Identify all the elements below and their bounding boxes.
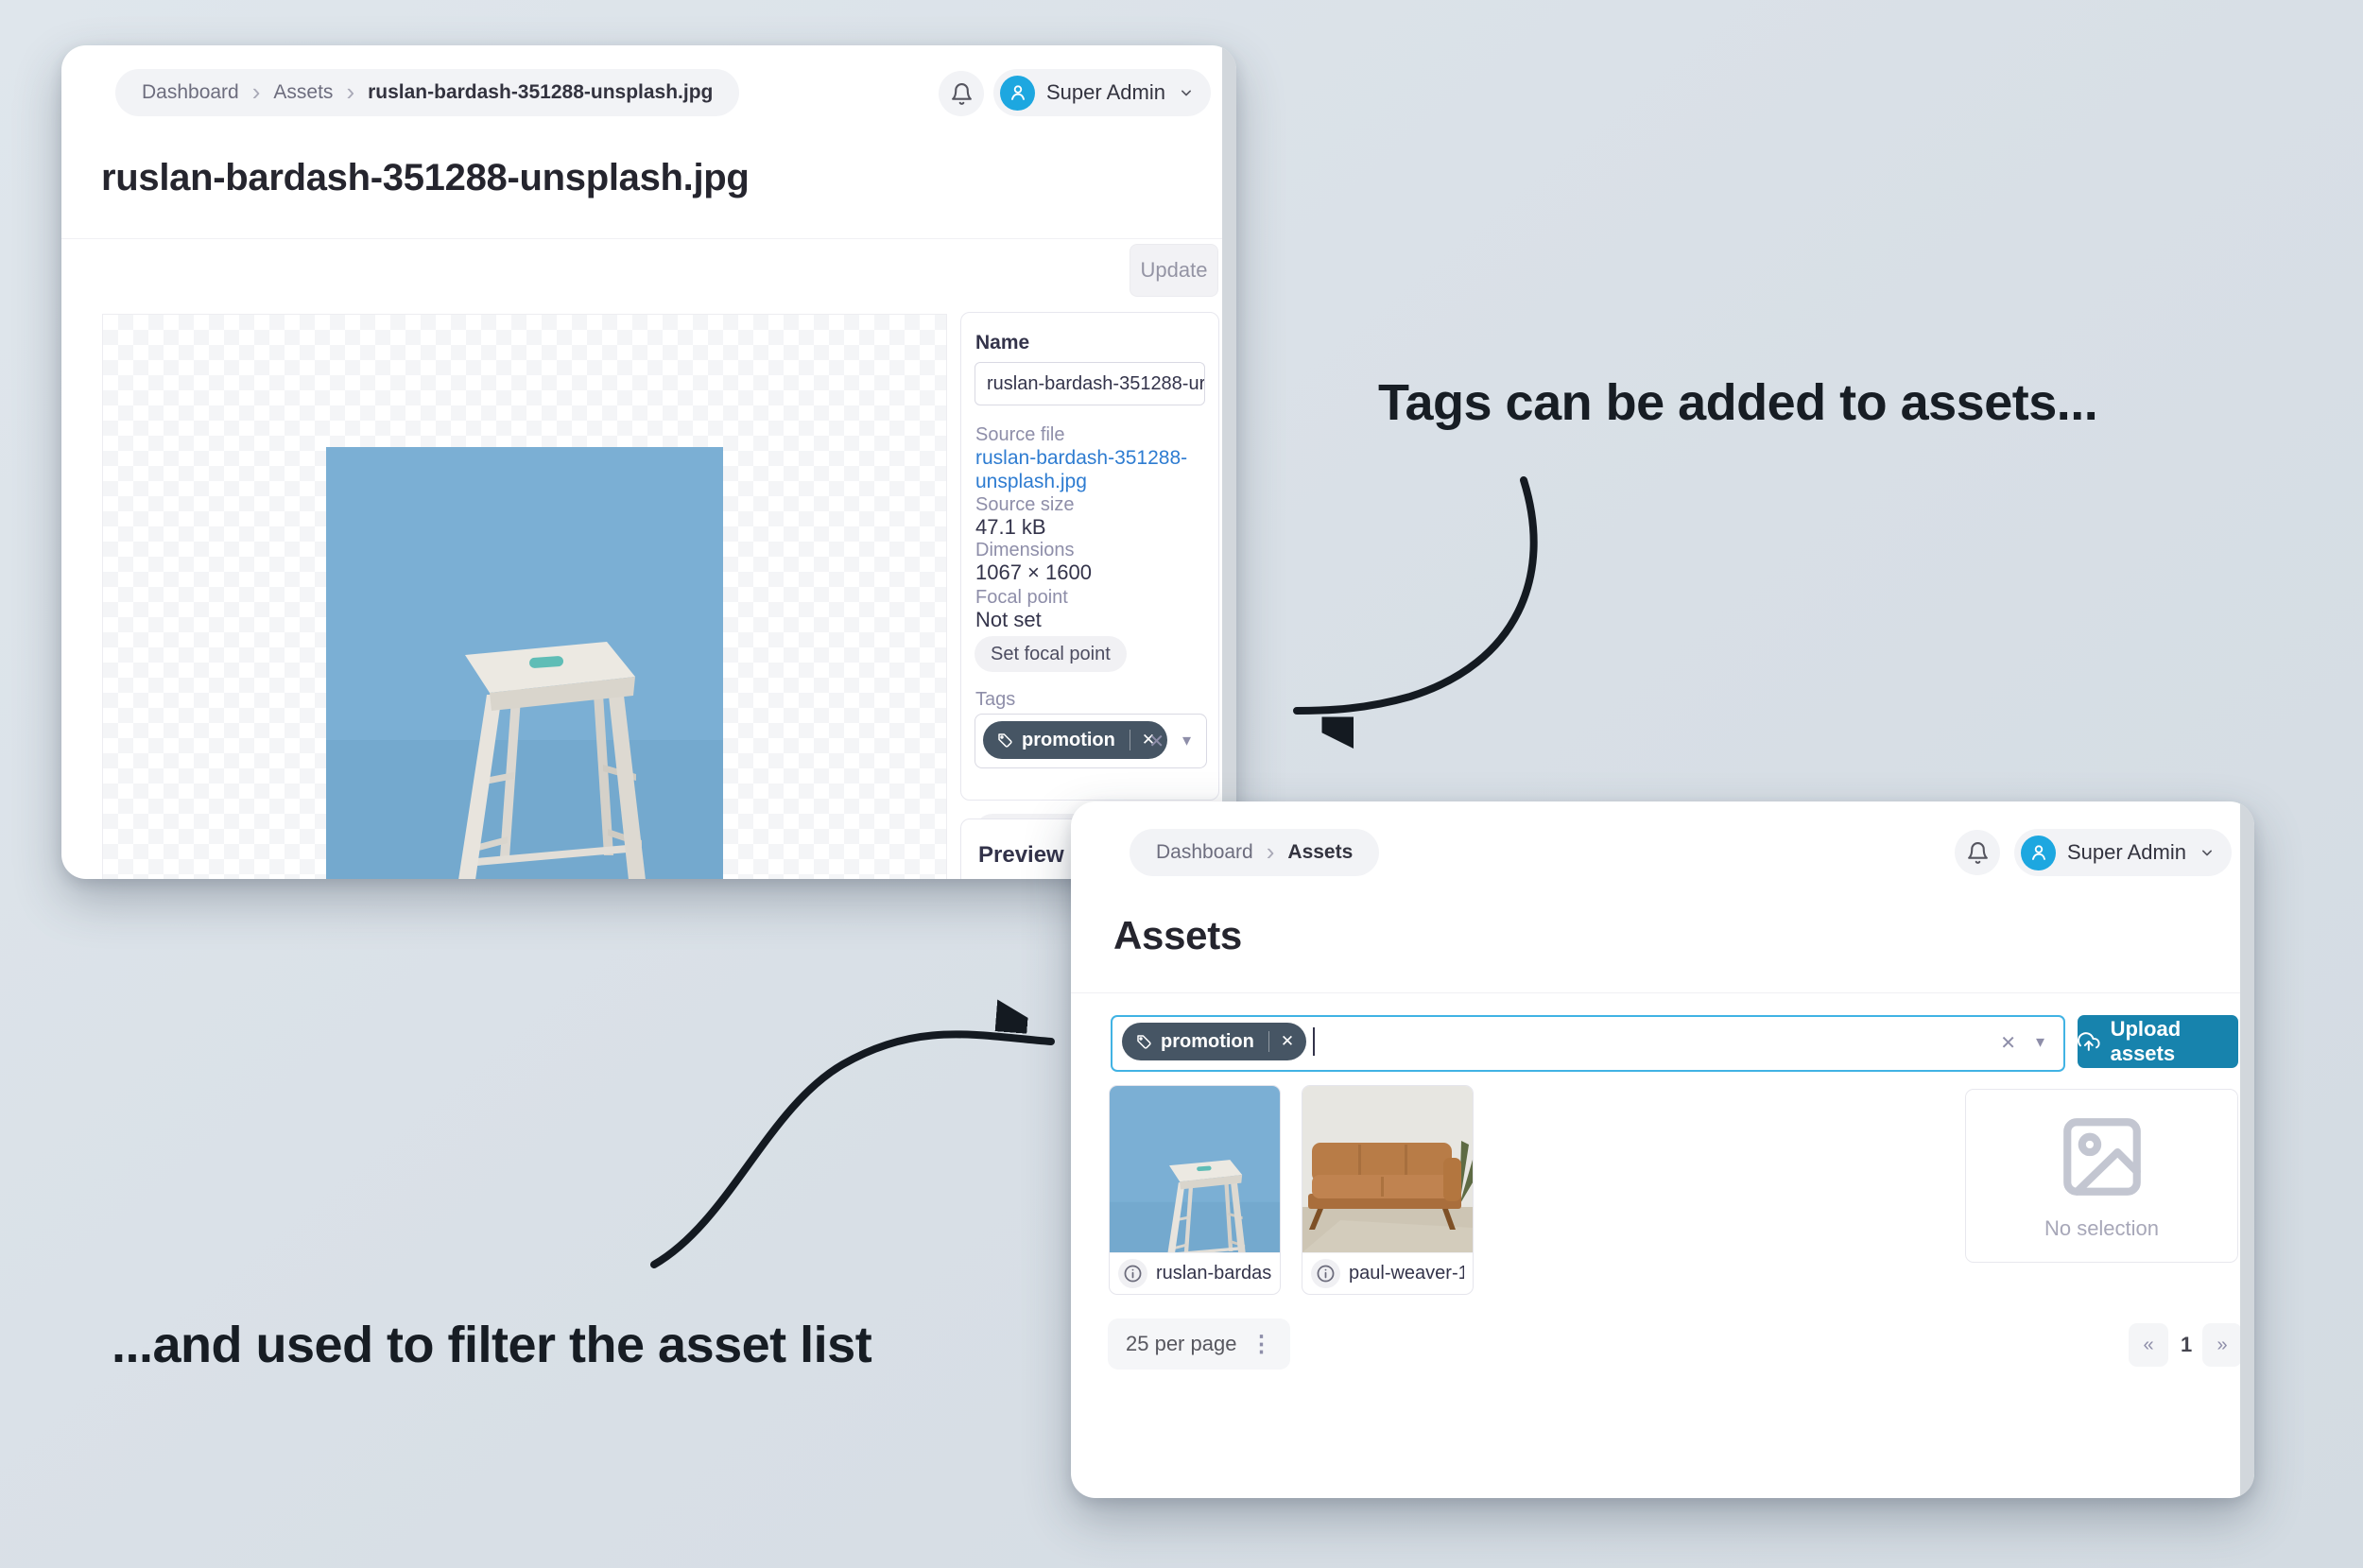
tag-filter-input[interactable]: promotion ✕ ✕ ▾ xyxy=(1111,1015,2065,1072)
arrow-to-filter-input xyxy=(650,1034,1055,1268)
info-icon[interactable] xyxy=(1118,1259,1147,1288)
kebab-icon: ⋮ xyxy=(1250,1331,1273,1357)
no-selection-panel: No selection xyxy=(1965,1089,2238,1263)
header-divider xyxy=(61,238,1236,239)
asset-details-panel: Name ruslan-bardash-351288-ur Source fil… xyxy=(960,312,1219,850)
person-icon xyxy=(1008,82,1028,103)
breadcrumb-separator-icon: › xyxy=(1266,836,1275,866)
asset-filename: ruslan-bardash-35 xyxy=(1156,1263,1271,1284)
tag-pill-label: promotion xyxy=(1161,1030,1254,1052)
name-input[interactable]: ruslan-bardash-351288-ur xyxy=(975,362,1205,405)
asset-thumbnail-couch xyxy=(1302,1086,1473,1252)
tag-pill-promotion[interactable]: promotion ✕ xyxy=(1122,1023,1307,1060)
filter-caret-icon[interactable]: ▾ xyxy=(2036,1032,2044,1052)
asset-preview-area xyxy=(102,314,947,879)
dimensions-label: Dimensions xyxy=(975,540,1075,560)
asset-card-stool[interactable]: ruslan-bardash-35 xyxy=(1109,1085,1281,1295)
tags-caret-icon[interactable]: ▾ xyxy=(1182,731,1191,750)
info-icon[interactable] xyxy=(1311,1259,1340,1288)
detail-window-scrollbar[interactable] xyxy=(1222,45,1236,879)
tags-label: Tags xyxy=(975,689,1016,710)
avatar xyxy=(1000,75,1035,111)
tag-icon xyxy=(1135,1033,1152,1050)
notifications-button[interactable] xyxy=(1955,830,2000,875)
asset-photo-stool xyxy=(326,447,723,879)
user-name: Super Admin xyxy=(1046,80,1165,104)
pagination-next-button[interactable]: » xyxy=(2202,1323,2242,1367)
breadcrumb-separator-icon: › xyxy=(346,77,355,106)
upload-assets-button[interactable]: Upload assets xyxy=(2078,1015,2238,1068)
set-focal-point-button[interactable]: Set focal point xyxy=(975,636,1127,672)
avatar xyxy=(2021,835,2056,870)
update-button[interactable]: Update xyxy=(1130,244,1218,297)
clear-filter-icon[interactable]: ✕ xyxy=(2000,1031,2016,1055)
clear-tags-icon[interactable]: ✕ xyxy=(1148,730,1164,753)
asset-detail-window: Dashboard › Assets › ruslan-bardash-3512… xyxy=(61,45,1236,879)
dimensions-value: 1067 × 1600 xyxy=(975,560,1092,584)
breadcrumb-item-current-file: ruslan-bardash-351288-unsplash.jpg xyxy=(368,81,714,103)
user-menu[interactable]: Super Admin xyxy=(2014,829,2232,876)
image-placeholder-icon xyxy=(2046,1111,2158,1203)
user-name: Super Admin xyxy=(2067,840,2186,864)
chevron-down-icon xyxy=(1177,83,1196,102)
person-icon xyxy=(2028,842,2049,863)
per-page-label: 25 per page xyxy=(1126,1332,1237,1355)
arrow-to-tags-field xyxy=(1293,476,1538,711)
focal-point-value: Not set xyxy=(975,608,1042,631)
chevron-down-icon xyxy=(2198,843,2216,862)
tag-pill-promotion[interactable]: promotion ✕ xyxy=(983,721,1168,759)
assets-list-window: Dashboard › Assets Super Admin Assets pr… xyxy=(1071,801,2254,1498)
source-size-label: Source size xyxy=(975,494,1075,515)
text-cursor xyxy=(1313,1027,1315,1056)
asset-filename: paul-weaver-1120 xyxy=(1349,1263,1464,1284)
source-file-link[interactable]: ruslan-bardash-351288-unsplash.jpg xyxy=(975,447,1198,494)
upload-assets-label: Upload assets xyxy=(2110,1017,2182,1065)
asset-caption: paul-weaver-1120 xyxy=(1302,1252,1473,1294)
per-page-selector[interactable]: 25 per page ⋮ xyxy=(1108,1318,1291,1370)
breadcrumb-item-dashboard[interactable]: Dashboard xyxy=(142,81,239,104)
tags-select[interactable]: promotion ✕ ✕ ▾ xyxy=(975,714,1207,768)
notifications-button[interactable] xyxy=(939,71,984,116)
bell-icon xyxy=(1966,841,1990,865)
focal-point-label: Focal point xyxy=(975,587,1068,608)
asset-thumbnail-stool xyxy=(1110,1086,1280,1252)
source-size-value: 47.1 kB xyxy=(975,515,1046,539)
assets-window-scrollbar[interactable] xyxy=(2240,801,2254,1498)
annotation-tags-note: Tags can be added to assets... xyxy=(1378,374,2098,431)
cloud-upload-icon xyxy=(2078,1029,2100,1054)
pagination-page-number[interactable]: 1 xyxy=(2181,1333,2192,1357)
page-title: ruslan-bardash-351288-unsplash.jpg xyxy=(101,157,750,198)
bell-icon xyxy=(950,82,974,106)
tag-pill-label: promotion xyxy=(1022,729,1115,750)
set-focal-point-label: Set focal point xyxy=(991,643,1111,664)
pagination-prev-button[interactable]: « xyxy=(2129,1323,2168,1367)
name-label: Name xyxy=(975,332,1030,353)
no-selection-label: No selection xyxy=(2044,1216,2160,1240)
preview-section-title: Preview xyxy=(978,842,1064,868)
user-menu[interactable]: Super Admin xyxy=(993,69,1211,116)
breadcrumb-separator-icon: › xyxy=(251,77,261,106)
asset-caption: ruslan-bardash-35 xyxy=(1110,1252,1280,1294)
annotation-filter-note: ...and used to filter the asset list xyxy=(112,1317,872,1373)
breadcrumb-item-assets: Assets xyxy=(1287,841,1354,863)
breadcrumb: Dashboard › Assets xyxy=(1130,829,1380,876)
breadcrumb-item-dashboard[interactable]: Dashboard xyxy=(1156,841,1253,864)
header-divider xyxy=(1071,992,2254,993)
asset-card-couch[interactable]: paul-weaver-1120 xyxy=(1302,1085,1474,1295)
page: Dashboard › Assets › ruslan-bardash-3512… xyxy=(0,0,2363,1568)
source-file-label: Source file xyxy=(975,424,1065,445)
tag-icon xyxy=(996,732,1013,749)
breadcrumb-item-assets[interactable]: Assets xyxy=(273,81,333,104)
tag-pill-divider xyxy=(1268,1031,1269,1052)
tag-remove-icon[interactable]: ✕ xyxy=(1281,1032,1294,1051)
breadcrumb: Dashboard › Assets › ruslan-bardash-3512… xyxy=(115,69,740,116)
page-title: Assets xyxy=(1113,913,1242,957)
